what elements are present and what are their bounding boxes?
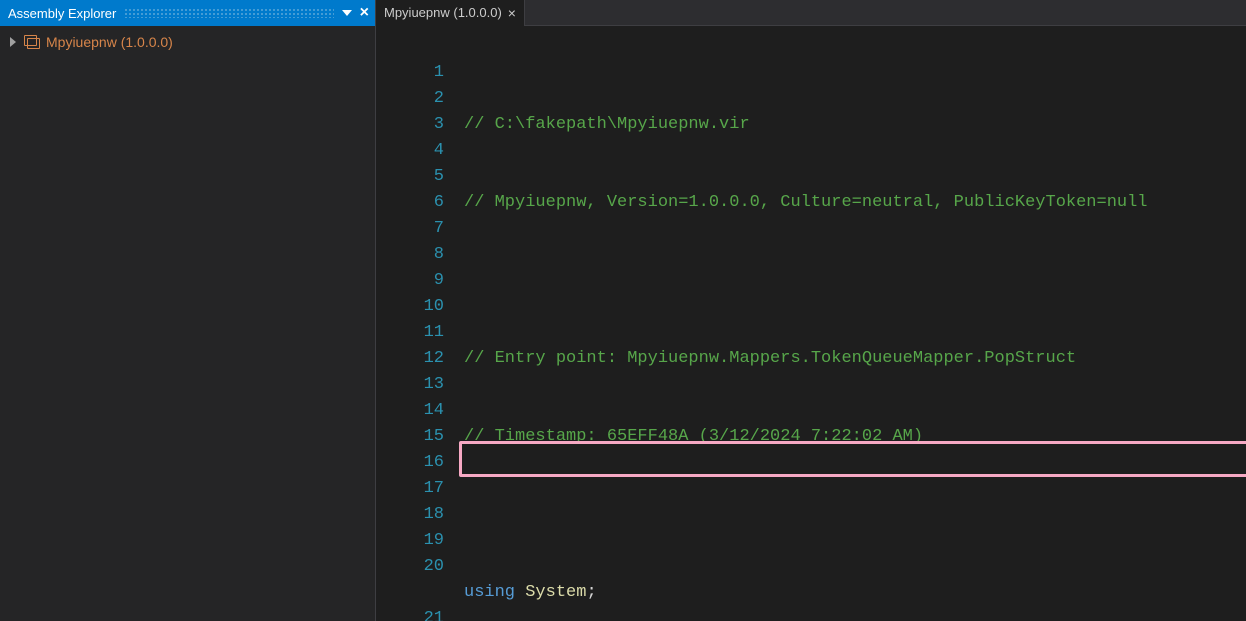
line-number: 11 (376, 320, 458, 346)
line-number: 13 (376, 372, 458, 398)
line-number-continuation (376, 580, 458, 606)
line-number-gutter: 12345678910111213141516171819202122 (376, 26, 458, 621)
comment: // Mpyiuepnw, Version=1.0.0.0, Culture=n… (464, 193, 1148, 212)
line-number: 17 (376, 476, 458, 502)
line-number: 8 (376, 242, 458, 268)
line-number: 15 (376, 424, 458, 450)
line-number: 16 (376, 450, 458, 476)
line-number: 7 (376, 216, 458, 242)
line-number: 6 (376, 190, 458, 216)
tree-item-label: Mpyiuepnw (1.0.0.0) (46, 34, 173, 50)
comment: // Timestamp: 65EFF48A (3/12/2024 7:22:0… (464, 427, 923, 446)
tree-row[interactable]: Mpyiuepnw (1.0.0.0) (4, 32, 371, 52)
code-editor[interactable]: 12345678910111213141516171819202122 // C… (376, 26, 1246, 621)
comment: // C:\fakepath\Mpyiuepnw.vir (464, 115, 750, 134)
line-number: 4 (376, 138, 458, 164)
code-area[interactable]: // C:\fakepath\Mpyiuepnw.vir // Mpyiuepn… (458, 26, 1246, 621)
titlebar-grip[interactable] (124, 8, 333, 18)
assembly-explorer-titlebar[interactable]: Assembly Explorer × (0, 0, 375, 26)
line-number: 5 (376, 164, 458, 190)
assembly-icon (24, 35, 40, 49)
line-number: 3 (376, 112, 458, 138)
line-number: 19 (376, 528, 458, 554)
file-tab[interactable]: Mpyiuepnw (1.0.0.0) × (376, 0, 525, 26)
line-number: 18 (376, 502, 458, 528)
editor-area: Mpyiuepnw (1.0.0.0) × 123456789101112131… (376, 0, 1246, 621)
assembly-explorer-panel: Assembly Explorer × Mpyiuepnw (1.0.0.0) (0, 0, 376, 621)
line-number: 21 (376, 606, 458, 621)
assembly-tree: Mpyiuepnw (1.0.0.0) (0, 26, 375, 621)
app-root: Assembly Explorer × Mpyiuepnw (1.0.0.0) … (0, 0, 1246, 621)
panel-close-icon[interactable]: × (360, 5, 369, 21)
panel-title: Assembly Explorer (8, 6, 116, 21)
panel-menu-icon[interactable] (342, 10, 352, 16)
line-number: 10 (376, 294, 458, 320)
line-number: 9 (376, 268, 458, 294)
tab-bar: Mpyiuepnw (1.0.0.0) × (376, 0, 1246, 26)
tree-expander-icon[interactable] (10, 37, 16, 47)
line-number: 20 (376, 554, 458, 580)
line-number: 2 (376, 86, 458, 112)
line-number: 1 (376, 60, 458, 86)
tab-close-icon[interactable]: × (508, 6, 516, 20)
comment: // Entry point: Mpyiuepnw.Mappers.TokenQ… (464, 349, 1076, 368)
line-number: 12 (376, 346, 458, 372)
line-number: 14 (376, 398, 458, 424)
tab-label: Mpyiuepnw (1.0.0.0) (384, 5, 502, 20)
